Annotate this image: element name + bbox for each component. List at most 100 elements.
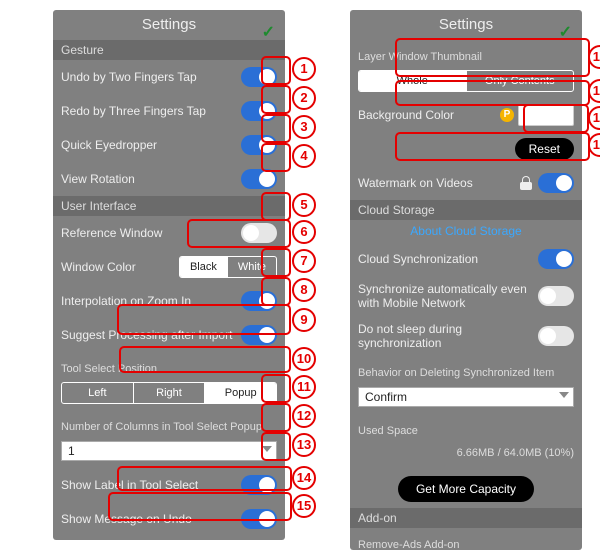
lock-icon xyxy=(520,176,532,190)
confirm-icon[interactable]: ✓ xyxy=(262,18,275,48)
select-value: 1 xyxy=(68,444,75,458)
seg-opt-black[interactable]: Black xyxy=(180,257,227,277)
callout-num-14: 14 xyxy=(292,466,316,490)
label: View Rotation xyxy=(61,172,241,186)
toggle-undo-two[interactable] xyxy=(241,67,277,87)
row-bg-color: Background Color P xyxy=(350,98,582,132)
chevron-down-icon xyxy=(262,446,272,452)
callout-num-18: 18 xyxy=(588,106,600,130)
row-no-sleep: Do not sleep during synchronization xyxy=(350,316,582,356)
row-undo-two: Undo by Two Fingers Tap xyxy=(53,60,285,94)
row-get-more: Get More Capacity xyxy=(350,470,582,508)
seg-opt-popup[interactable]: Popup xyxy=(204,383,276,403)
row-sync-mobile: Synchronize automatically even with Mobi… xyxy=(350,276,582,316)
callout-num-3: 3 xyxy=(292,115,316,139)
row-tool-pos: Left Right Popup xyxy=(53,380,285,410)
callout-num-6: 6 xyxy=(292,220,316,244)
toggle-watermark[interactable] xyxy=(538,173,574,193)
row-sound: Sound xyxy=(53,536,285,540)
seg-opt-only-contents[interactable]: Only Contents xyxy=(466,71,574,91)
seg-opt-right[interactable]: Right xyxy=(133,383,205,403)
label-tool-pos: Tool Select Position xyxy=(53,352,285,380)
label: Synchronize automatically even with Mobi… xyxy=(358,282,538,310)
row-quick-eyedropper: Quick Eyedropper xyxy=(53,128,285,162)
label: Interpolation on Zoom In xyxy=(61,294,241,308)
seg-opt-left[interactable]: Left xyxy=(62,383,133,403)
get-more-button[interactable]: Get More Capacity xyxy=(398,476,534,502)
callout-num-8: 8 xyxy=(292,278,316,302)
seg-window-color[interactable]: Black White xyxy=(179,256,277,278)
label: Window Color xyxy=(61,260,179,274)
callout-num-19: 19 xyxy=(588,133,600,157)
label: Watermark on Videos xyxy=(358,176,520,190)
callout-num-5: 5 xyxy=(292,193,316,217)
seg-layer-thumb-r[interactable]: Whole Only Contents xyxy=(358,70,574,92)
callout-num-12: 12 xyxy=(292,404,316,428)
section-cloud: Cloud Storage xyxy=(350,200,582,220)
row-reset: Reset xyxy=(350,132,582,166)
seg-opt-whole[interactable]: Whole xyxy=(359,71,466,91)
page-title: Settings xyxy=(142,16,196,33)
value-used-space: 6.66MB / 64.0MB (10%) xyxy=(350,442,582,470)
label: Reference Window xyxy=(61,226,241,240)
section-gesture: Gesture xyxy=(53,40,285,60)
toggle-suggest-import[interactable] xyxy=(241,325,277,345)
label: Background Color xyxy=(358,108,500,122)
label: Quick Eyedropper xyxy=(61,138,241,152)
row-watermark: Watermark on Videos xyxy=(350,166,582,200)
row-window-color: Window Color Black White xyxy=(53,250,285,284)
toggle-view-rotation[interactable] xyxy=(241,169,277,189)
title-bar: Settings ✓ xyxy=(350,10,582,40)
toggle-no-sleep[interactable] xyxy=(538,326,574,346)
row-num-cols: 1 xyxy=(53,438,285,468)
toggle-redo-three[interactable] xyxy=(241,101,277,121)
page-title: Settings xyxy=(439,16,493,33)
toggle-reference-window[interactable] xyxy=(241,223,277,243)
callout-num-7: 7 xyxy=(292,249,316,273)
toggle-sync-mobile[interactable] xyxy=(538,286,574,306)
select-num-cols[interactable]: 1 xyxy=(61,441,277,461)
row-layer-thumb-r: Whole Only Contents xyxy=(350,68,582,98)
color-swatch[interactable] xyxy=(518,104,574,126)
row-show-label: Show Label in Tool Select xyxy=(53,468,285,502)
seg-tool-pos[interactable]: Left Right Popup xyxy=(61,382,277,404)
callout-num-10: 10 xyxy=(292,347,316,371)
label-num-cols: Number of Columns in Tool Select Popup xyxy=(53,410,285,438)
toggle-cloud-sync[interactable] xyxy=(538,249,574,269)
toggle-quick-eyedropper[interactable] xyxy=(241,135,277,155)
row-behavior-del: Confirm xyxy=(350,384,582,414)
callout-num-9: 9 xyxy=(292,308,316,332)
label: Suggest Processing after Import xyxy=(61,328,241,342)
link-about-cloud[interactable]: About Cloud Storage xyxy=(350,220,582,242)
label-used-space: Used Space xyxy=(350,414,582,442)
label: Redo by Three Fingers Tap xyxy=(61,104,241,118)
row-interp-zoom: Interpolation on Zoom In xyxy=(53,284,285,318)
label: Undo by Two Fingers Tap xyxy=(61,70,241,84)
label-behavior-del: Behavior on Deleting Synchronized Item xyxy=(350,356,582,384)
label-layer-thumb-r: Layer Window Thumbnail xyxy=(350,40,582,68)
row-view-rotation: View Rotation xyxy=(53,162,285,196)
callout-num-1: 1 xyxy=(292,57,316,81)
section-ui: User Interface xyxy=(53,196,285,216)
row-redo-three: Redo by Three Fingers Tap xyxy=(53,94,285,128)
label: Do not sleep during synchronization xyxy=(358,322,538,350)
reset-button[interactable]: Reset xyxy=(515,138,574,160)
callout-num-13: 13 xyxy=(292,433,316,457)
label: Cloud Synchronization xyxy=(358,252,538,266)
label: Show Message on Undo xyxy=(61,512,241,526)
seg-opt-white[interactable]: White xyxy=(227,257,276,277)
label-remove-ads: Remove-Ads Add-on xyxy=(350,528,582,550)
toggle-show-label[interactable] xyxy=(241,475,277,495)
toggle-interp-zoom[interactable] xyxy=(241,291,277,311)
settings-panel-right: Settings ✓ Layer Window Thumbnail Whole … xyxy=(350,10,582,550)
select-behavior-del[interactable]: Confirm xyxy=(358,387,574,407)
section-addon: Add-on xyxy=(350,508,582,528)
callout-num-15: 15 xyxy=(292,494,316,518)
row-cloud-sync: Cloud Synchronization xyxy=(350,242,582,276)
toggle-show-msg-undo[interactable] xyxy=(241,509,277,529)
callout-num-4: 4 xyxy=(292,144,316,168)
settings-panel-left: Settings ✓ Gesture Undo by Two Fingers T… xyxy=(53,10,285,540)
title-bar: Settings ✓ xyxy=(53,10,285,40)
row-suggest-import: Suggest Processing after Import xyxy=(53,318,285,352)
callout-num-16: 16 xyxy=(588,45,600,69)
